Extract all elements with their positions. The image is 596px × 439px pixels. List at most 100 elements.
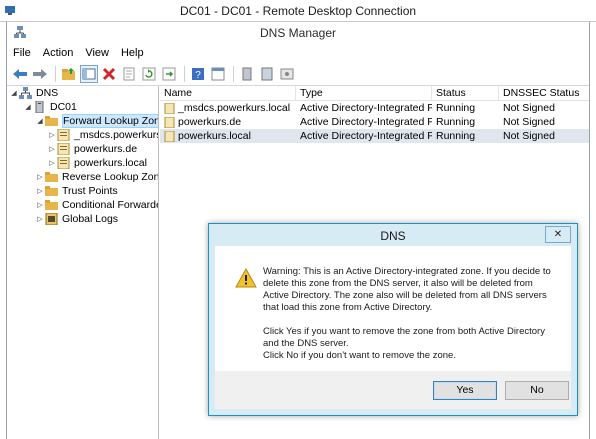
tree-item-global-logs[interactable]: ▷ Global Logs	[35, 212, 118, 226]
svg-text:?: ?	[195, 70, 201, 81]
settings-icon[interactable]	[278, 65, 296, 83]
table-row-selected[interactable]: powerkurs.local Active Directory-Integra…	[160, 129, 589, 143]
expand-arrow-icon[interactable]: ▷	[35, 187, 45, 195]
column-header-name[interactable]: Name	[160, 86, 296, 101]
export-icon[interactable]	[160, 65, 178, 83]
rdp-title-bar: DC01 - DC01 - Remote Desktop Connection	[0, 0, 596, 22]
folder-icon	[45, 186, 58, 196]
cell-name: powerkurs.de	[160, 115, 296, 129]
close-icon: ✕	[553, 229, 563, 240]
cell-name: _msdcs.powerkurs.local	[160, 101, 296, 115]
zone-icon	[164, 102, 175, 114]
dialog-message-warning: Warning: This is an Active Directory-int…	[263, 266, 551, 313]
delete-icon[interactable]	[100, 65, 118, 83]
server-icon	[35, 101, 44, 113]
zone-icon	[57, 157, 70, 169]
toolbar-separator	[184, 65, 185, 82]
dns-title-bar: DNS Manager	[7, 22, 589, 44]
no-button[interactable]: No	[505, 381, 569, 400]
tree-label-zone-powerkurs-local: powerkurs.local	[74, 157, 147, 169]
expand-arrow-icon[interactable]: ▷	[47, 159, 57, 167]
pane-icon[interactable]	[258, 65, 276, 83]
warning-icon	[235, 268, 257, 288]
rdp-window-title: DC01 - DC01 - Remote Desktop Connection	[179, 4, 417, 18]
cell-type: Active Directory-Integrated Pr...	[300, 102, 432, 114]
cell-status: Running	[436, 102, 476, 114]
tree-item-zone-msdcs[interactable]: ▷ _msdcs.powerkurs.lo	[47, 128, 158, 142]
folder-icon	[45, 116, 58, 126]
dialog-message-yes: Click Yes if you want to remove the zone…	[263, 326, 545, 349]
tree-label-conditional-forwarders: Conditional Forwarders	[62, 199, 158, 211]
zone-name: powerkurs.de	[178, 116, 242, 128]
log-icon	[45, 213, 58, 225]
forward-arrow-icon[interactable]	[31, 65, 49, 83]
cell-dnssec: Not Signed	[503, 116, 555, 128]
zone-name: _msdcs.powerkurs.local	[178, 102, 291, 114]
cell-dnssec: Not Signed	[503, 102, 555, 114]
cell-type: Active Directory-Integrated Pr...	[300, 130, 432, 142]
help-icon[interactable]: ?	[189, 65, 207, 83]
expand-arrow-icon[interactable]: ▷	[35, 215, 45, 223]
column-header-dnssec[interactable]: DNSSEC Status	[499, 86, 589, 101]
collapse-arrow-icon[interactable]: ◢	[9, 89, 19, 97]
dialog-button-area: Yes No	[215, 371, 571, 409]
tree-label-zone-powerkurs-de: powerkurs.de	[74, 143, 138, 155]
toolbar-separator	[233, 65, 234, 82]
cell-dnssec: Not Signed	[503, 130, 555, 142]
tree-item-trust-points[interactable]: ▷ Trust Points	[35, 184, 118, 198]
properties-icon[interactable]	[120, 65, 138, 83]
dialog-close-button[interactable]: ✕	[545, 226, 571, 243]
tree-item-forward-lookup-zones[interactable]: ◢ Forward Lookup Zones	[35, 114, 158, 128]
dialog-body: Warning: This is an Active Directory-int…	[215, 246, 571, 373]
yes-button[interactable]: Yes	[433, 381, 497, 400]
cell-status: Running	[436, 130, 476, 142]
refresh-icon[interactable]	[140, 65, 158, 83]
zone-icon	[164, 116, 175, 128]
cell-status: Running	[436, 116, 476, 128]
console-tree: ◢ DNS ◢ DC01 ◢ Forward Lookup Zones ▷ _m…	[7, 86, 159, 439]
dns-root-icon	[19, 87, 32, 99]
collapse-arrow-icon[interactable]: ◢	[23, 103, 33, 111]
tree-item-zone-powerkurs-local[interactable]: ▷ powerkurs.local	[47, 156, 147, 170]
tree-label-dc01: DC01	[50, 101, 77, 113]
tree-item-dc01[interactable]: ◢ DC01	[23, 100, 77, 114]
expand-arrow-icon[interactable]: ▷	[47, 131, 57, 139]
dns-window-title: DNS Manager	[259, 26, 337, 40]
up-folder-icon[interactable]	[60, 65, 78, 83]
tree-label-forward-lookup-zones: Forward Lookup Zones	[62, 114, 158, 128]
dns-delete-dialog: DNS ✕ Warning: This is an Active Directo…	[208, 223, 578, 416]
cell-name: powerkurs.local	[160, 129, 296, 143]
tree-label-trust-points: Trust Points	[62, 185, 118, 197]
tree-label-global-logs: Global Logs	[62, 213, 119, 225]
column-header-type[interactable]: Type	[296, 86, 432, 101]
server-icon[interactable]	[238, 65, 256, 83]
tree-item-reverse-lookup-zones[interactable]: ▷ Reverse Lookup Zones	[35, 170, 159, 184]
zone-icon	[57, 143, 70, 155]
menu-help[interactable]: Help	[121, 47, 144, 59]
expand-arrow-icon[interactable]: ▷	[35, 201, 45, 209]
expand-arrow-icon[interactable]: ▷	[35, 173, 45, 181]
expand-arrow-icon[interactable]: ▷	[47, 145, 57, 153]
menu-bar: File Action View Help	[7, 44, 589, 62]
folder-icon	[45, 172, 58, 182]
menu-action[interactable]: Action	[43, 47, 74, 59]
table-row[interactable]: _msdcs.powerkurs.local Active Directory-…	[160, 101, 589, 115]
tree-label-reverse-lookup-zones: Reverse Lookup Zones	[62, 171, 159, 183]
dialog-message: Warning: This is an Active Directory-int…	[263, 266, 559, 362]
list-header: Name Type Status DNSSEC Status	[160, 86, 589, 101]
show-hide-tree-icon[interactable]	[80, 64, 98, 83]
toolbar-separator	[55, 65, 56, 82]
tree-item-dns[interactable]: ◢ DNS	[9, 86, 58, 100]
menu-view[interactable]: View	[85, 47, 109, 59]
folder-icon	[45, 200, 58, 210]
toolbar: ?	[7, 62, 589, 86]
tree-label-dns: DNS	[36, 87, 59, 99]
column-header-status[interactable]: Status	[432, 86, 499, 101]
collapse-arrow-icon[interactable]: ◢	[35, 117, 45, 125]
console-icon[interactable]	[209, 65, 227, 83]
tree-item-zone-powerkurs-de[interactable]: ▷ powerkurs.de	[47, 142, 137, 156]
back-arrow-icon[interactable]	[11, 65, 29, 83]
menu-file[interactable]: File	[13, 47, 31, 59]
tree-item-conditional-forwarders[interactable]: ▷ Conditional Forwarders	[35, 198, 158, 212]
table-row[interactable]: powerkurs.de Active Directory-Integrated…	[160, 115, 589, 129]
